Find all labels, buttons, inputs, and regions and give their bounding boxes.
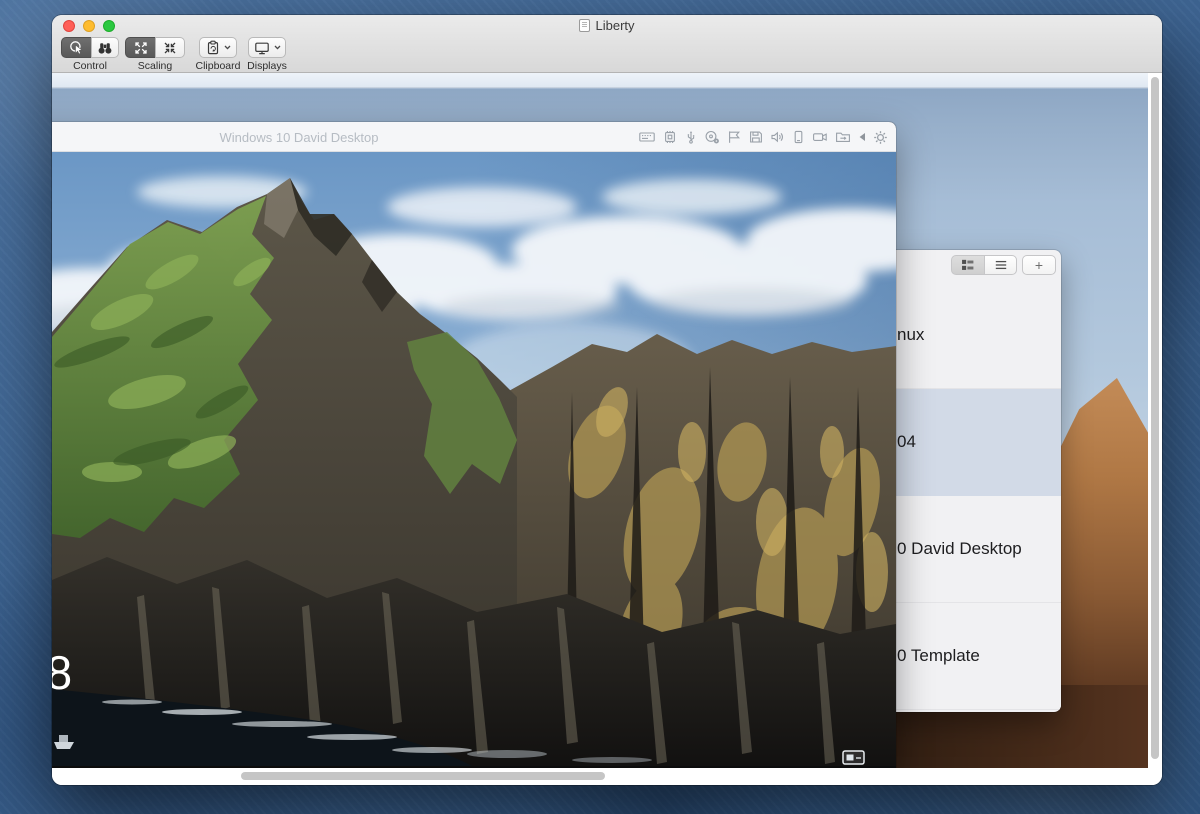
vm-window: Windows 10 David Desktop [52, 122, 896, 768]
control-group-label: Control [61, 60, 119, 72]
grid-view-button[interactable] [951, 255, 984, 275]
usb-icon[interactable] [685, 130, 697, 144]
shared-folder-icon[interactable] [835, 130, 851, 144]
app-titlebar[interactable]: Liberty [52, 15, 1162, 36]
vm-titlebar[interactable]: Windows 10 David Desktop [52, 122, 896, 152]
horizontal-scrollbar-track [52, 768, 1162, 785]
document-proxy-icon [579, 19, 590, 32]
vm-list-item[interactable]: 0 David Desktop [879, 496, 1061, 603]
clipboard-icon [206, 40, 220, 55]
vertical-scrollbar-track [1148, 73, 1162, 768]
vm-library-window: + nux 04 0 David Desktop 0 Template [879, 250, 1061, 712]
add-vm-button[interactable]: + [1022, 255, 1056, 275]
vm-list-item[interactable]: 0 Template [879, 603, 1061, 710]
host-desktop: Liberty [0, 0, 1200, 814]
vm-list-item-selected[interactable]: 04 [879, 389, 1061, 496]
control-mode-button[interactable] [61, 37, 91, 58]
horizontal-scrollbar-thumb[interactable] [241, 772, 605, 780]
grid-view-icon [961, 258, 975, 272]
mobile-device-icon[interactable] [792, 130, 805, 144]
observe-mode-button[interactable] [91, 37, 119, 58]
remote-client-window: Liberty [52, 15, 1162, 785]
scale-to-fit-button[interactable] [125, 37, 155, 58]
shrink-arrows-icon [163, 41, 177, 55]
snapshots-icon[interactable] [727, 130, 741, 144]
displays-group-label: Displays [242, 60, 292, 72]
settings-gear-icon[interactable] [873, 130, 888, 145]
vm-list-item[interactable]: nux [879, 282, 1061, 389]
cursor-icon [69, 40, 84, 55]
vm-list: nux 04 0 David Desktop 0 Template [879, 282, 1061, 712]
display-icon [254, 41, 270, 55]
library-toolbar: + [879, 250, 1061, 282]
lock-screen-photo: 8 [52, 152, 896, 766]
list-view-button[interactable] [984, 255, 1017, 275]
scaling-group-label: Scaling [125, 60, 185, 72]
binoculars-icon [97, 41, 113, 55]
save-disk-icon[interactable] [748, 130, 763, 144]
chevron-down-icon [274, 45, 281, 50]
window-title: Liberty [595, 18, 634, 33]
app-toolbar: Control [52, 36, 1162, 72]
library-view-segmented [951, 255, 1017, 275]
expand-arrows-icon [134, 41, 148, 55]
clipboard-group-label: Clipboard [192, 60, 244, 72]
app-header: Liberty [52, 15, 1162, 73]
network-display-icon[interactable] [843, 751, 864, 764]
keyboard-icon[interactable] [639, 130, 655, 144]
sound-icon[interactable] [770, 130, 785, 144]
back-arrow-icon[interactable] [858, 132, 866, 142]
actual-size-button[interactable] [155, 37, 185, 58]
remote-menu-bar [52, 73, 1148, 88]
remote-screen-view[interactable]: + nux 04 0 David Desktop 0 Template [52, 73, 1148, 768]
plus-icon: + [1035, 257, 1043, 273]
vm-status-icons [639, 122, 888, 152]
clipboard-button[interactable] [199, 37, 237, 58]
vertical-scrollbar-thumb[interactable] [1151, 77, 1159, 759]
chevron-down-icon [224, 45, 231, 50]
processor-icon[interactable] [662, 130, 678, 144]
cd-dvd-icon[interactable] [704, 130, 720, 144]
camera-icon[interactable] [812, 130, 828, 144]
lock-clock-hour: 8 [52, 646, 72, 699]
displays-button[interactable] [248, 37, 286, 58]
list-view-icon [994, 258, 1008, 272]
vm-display-lock-screen[interactable]: 8 [52, 152, 896, 766]
